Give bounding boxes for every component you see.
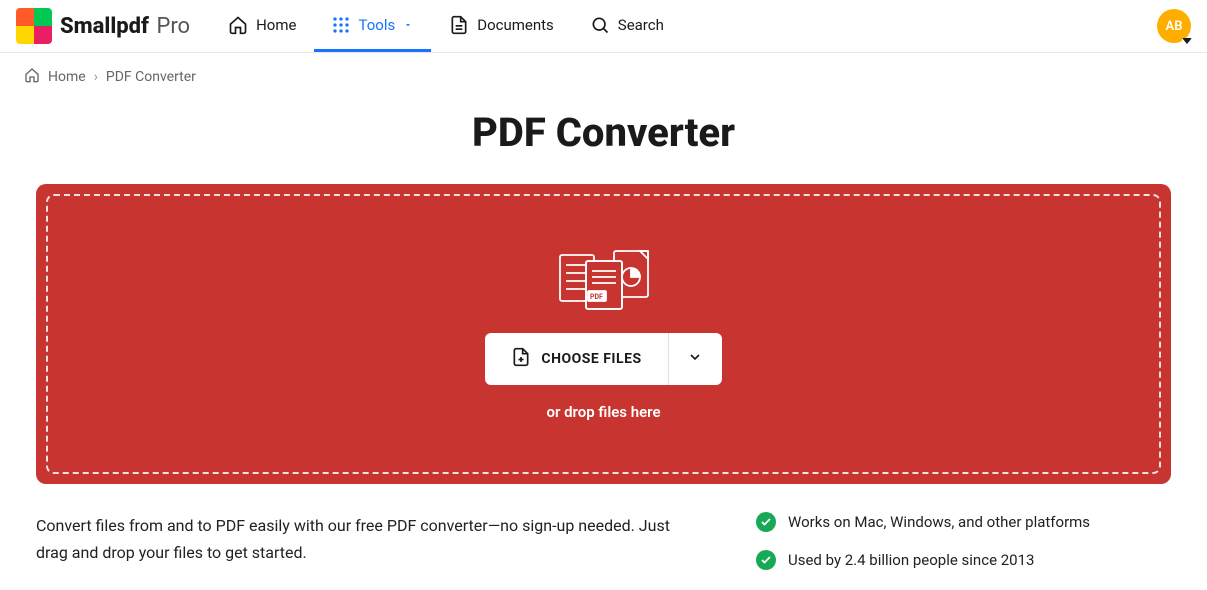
choose-files-group: CHOOSE FILES bbox=[485, 333, 721, 385]
dropzone-inner: PDF CHOOSE FILES or drop files here bbox=[46, 194, 1161, 474]
home-icon bbox=[228, 15, 248, 35]
chevron-down-icon bbox=[403, 20, 413, 30]
chevron-down-icon bbox=[687, 349, 703, 369]
feature-item: Used by 2.4 billion people since 2013 bbox=[756, 550, 1136, 570]
topbar: Smallpdf Pro Home Tools Documents bbox=[0, 0, 1207, 53]
avatar-initials: AB bbox=[1166, 19, 1183, 34]
document-icon bbox=[449, 15, 469, 35]
nav-home[interactable]: Home bbox=[210, 0, 314, 52]
drop-hint: or drop files here bbox=[546, 403, 660, 421]
check-icon bbox=[756, 550, 776, 570]
logo-mark-icon bbox=[16, 8, 52, 44]
description-text: Convert files from and to PDF easily wit… bbox=[36, 512, 676, 570]
nav-tools[interactable]: Tools bbox=[314, 0, 431, 52]
lower-section: Convert files from and to PDF easily wit… bbox=[0, 484, 1207, 590]
primary-nav: Home Tools Documents Search bbox=[210, 0, 682, 52]
grid-icon bbox=[332, 16, 350, 34]
feature-list: Works on Mac, Windows, and other platfor… bbox=[756, 512, 1136, 570]
file-add-icon bbox=[511, 347, 531, 371]
nav-home-label: Home bbox=[256, 16, 296, 34]
page-title: PDF Converter bbox=[0, 109, 1207, 156]
feature-text: Used by 2.4 billion people since 2013 bbox=[788, 551, 1034, 569]
search-icon bbox=[590, 15, 610, 35]
choose-files-button[interactable]: CHOOSE FILES bbox=[485, 333, 667, 385]
nav-documents-label: Documents bbox=[477, 16, 554, 34]
breadcrumb-current: PDF Converter bbox=[106, 69, 196, 85]
home-icon bbox=[24, 67, 40, 87]
check-icon bbox=[756, 512, 776, 532]
files-illustration-icon: PDF bbox=[554, 247, 654, 315]
breadcrumb-separator: › bbox=[94, 69, 98, 85]
feature-item: Works on Mac, Windows, and other platfor… bbox=[756, 512, 1136, 532]
nav-tools-label: Tools bbox=[358, 16, 395, 34]
brand-name: Smallpdf Pro bbox=[60, 14, 190, 39]
breadcrumb-home[interactable]: Home bbox=[48, 69, 86, 85]
file-dropzone[interactable]: PDF CHOOSE FILES or drop files here bbox=[36, 184, 1171, 484]
nav-documents[interactable]: Documents bbox=[431, 0, 572, 52]
nav-search[interactable]: Search bbox=[572, 0, 682, 52]
breadcrumb: Home › PDF Converter bbox=[0, 53, 1207, 101]
feature-text: Works on Mac, Windows, and other platfor… bbox=[788, 513, 1090, 531]
choose-files-label: CHOOSE FILES bbox=[541, 351, 641, 367]
nav-search-label: Search bbox=[618, 16, 664, 34]
user-avatar[interactable]: AB bbox=[1157, 9, 1191, 43]
brand-logo[interactable]: Smallpdf Pro bbox=[16, 8, 190, 44]
svg-text:PDF: PDF bbox=[590, 293, 603, 301]
choose-files-more-button[interactable] bbox=[668, 333, 722, 385]
